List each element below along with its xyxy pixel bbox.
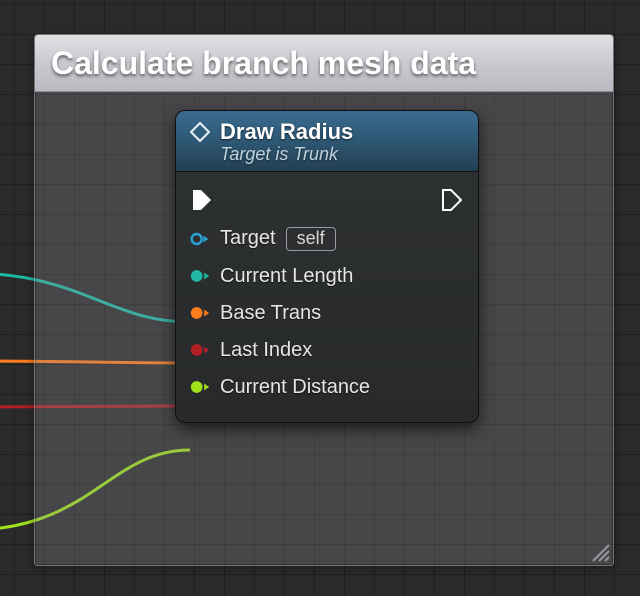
target-pin-row: Target self [190, 220, 464, 258]
node-title: Draw Radius [220, 119, 353, 144]
function-icon [190, 122, 210, 147]
current-length-pin[interactable] [190, 268, 210, 284]
blueprint-graph-viewport[interactable]: Calculate branch mesh data Draw Radius T… [0, 0, 640, 596]
current-length-pin-label: Current Length [220, 265, 353, 288]
target-default-value[interactable]: self [286, 227, 336, 251]
node-body: Target self Current Length [176, 172, 478, 422]
comment-title: Calculate branch mesh data [51, 45, 476, 82]
function-node-draw-radius[interactable]: Draw Radius Target is Trunk [175, 110, 479, 423]
base-trans-pin[interactable] [190, 305, 210, 321]
base-trans-pin-row: Base Trans [190, 295, 464, 332]
last-index-pin-row: Last Index [190, 332, 464, 369]
current-length-pin-row: Current Length [190, 258, 464, 295]
node-header[interactable]: Draw Radius Target is Trunk [176, 111, 478, 172]
node-subtitle: Target is Trunk [220, 144, 353, 165]
comment-header[interactable]: Calculate branch mesh data [35, 35, 613, 92]
last-index-pin-label: Last Index [220, 339, 312, 362]
exec-in-pin[interactable] [192, 192, 212, 208]
exec-pin-row [190, 184, 464, 220]
current-distance-pin[interactable] [190, 379, 210, 395]
node-title-block: Draw Radius Target is Trunk [220, 119, 353, 165]
base-trans-pin-label: Base Trans [220, 302, 321, 325]
target-pin-label: Target [220, 227, 276, 250]
resize-handle-icon[interactable] [589, 541, 611, 563]
exec-out-pin[interactable] [442, 192, 462, 208]
current-distance-pin-label: Current Distance [220, 376, 370, 399]
target-pin[interactable] [190, 231, 210, 247]
last-index-pin[interactable] [190, 342, 210, 358]
current-distance-pin-row: Current Distance [190, 369, 464, 406]
